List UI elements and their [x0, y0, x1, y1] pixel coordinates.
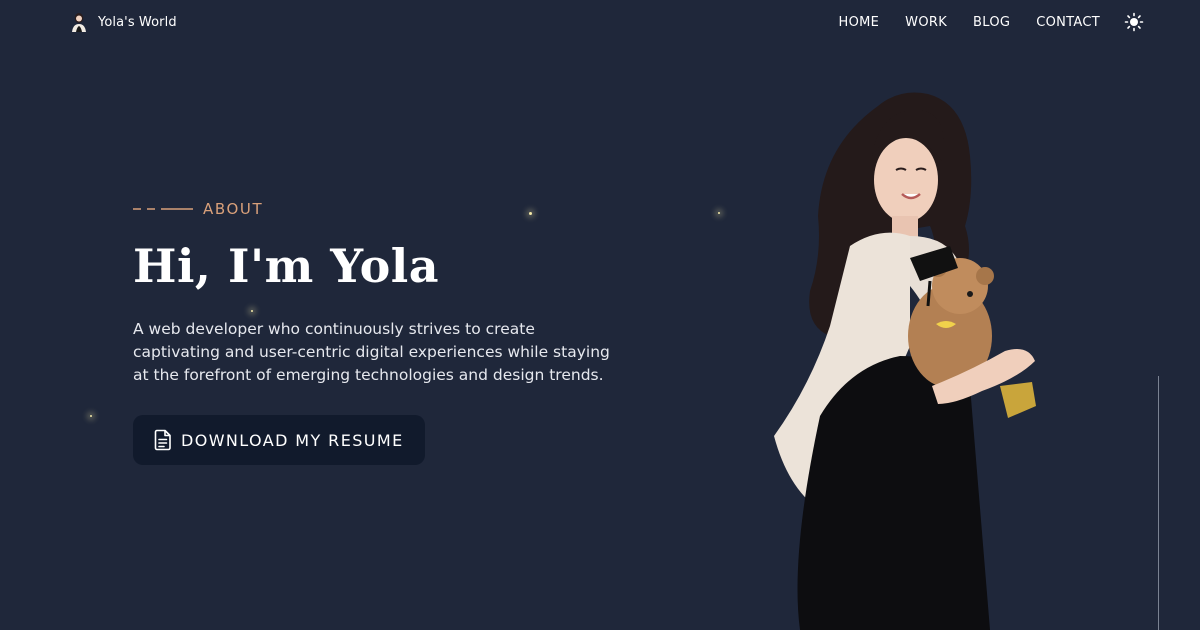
page: Yola's World HOME WORK BLOG CONTACT ABOU…: [0, 0, 1200, 630]
section-eyebrow: ABOUT: [133, 198, 653, 220]
profile-photo: [774, 92, 1036, 630]
dash-line-icon: [133, 208, 193, 210]
main-nav: HOME WORK BLOG CONTACT: [839, 15, 1100, 30]
theme-toggle-button[interactable]: [1124, 12, 1144, 32]
download-resume-button[interactable]: DOWNLOAD MY RESUME: [133, 415, 425, 465]
download-resume-label: DOWNLOAD MY RESUME: [181, 430, 404, 450]
sun-icon: [1124, 12, 1144, 32]
document-icon: [154, 429, 171, 451]
brand-name: Yola's World: [98, 14, 177, 30]
scroll-indicator: [1158, 376, 1159, 630]
nav-blog[interactable]: BLOG: [973, 15, 1010, 30]
bio-text: A web developer who continuously strives…: [133, 320, 610, 384]
nav-home[interactable]: HOME: [839, 15, 880, 30]
hero-section: ABOUT Hi, I'm Yola A web developer who c…: [133, 198, 653, 465]
eyebrow-label: ABOUT: [203, 200, 264, 218]
avatar-logo-icon: [72, 13, 86, 32]
site-header: Yola's World HOME WORK BLOG CONTACT: [0, 0, 1200, 46]
nav-work[interactable]: WORK: [905, 15, 947, 30]
page-title: Hi, I'm Yola: [133, 239, 440, 293]
nav-contact[interactable]: CONTACT: [1036, 15, 1100, 30]
sparkle-decoration: [90, 415, 92, 417]
sparkle-decoration: [718, 212, 720, 214]
brand-link[interactable]: Yola's World: [70, 12, 177, 32]
